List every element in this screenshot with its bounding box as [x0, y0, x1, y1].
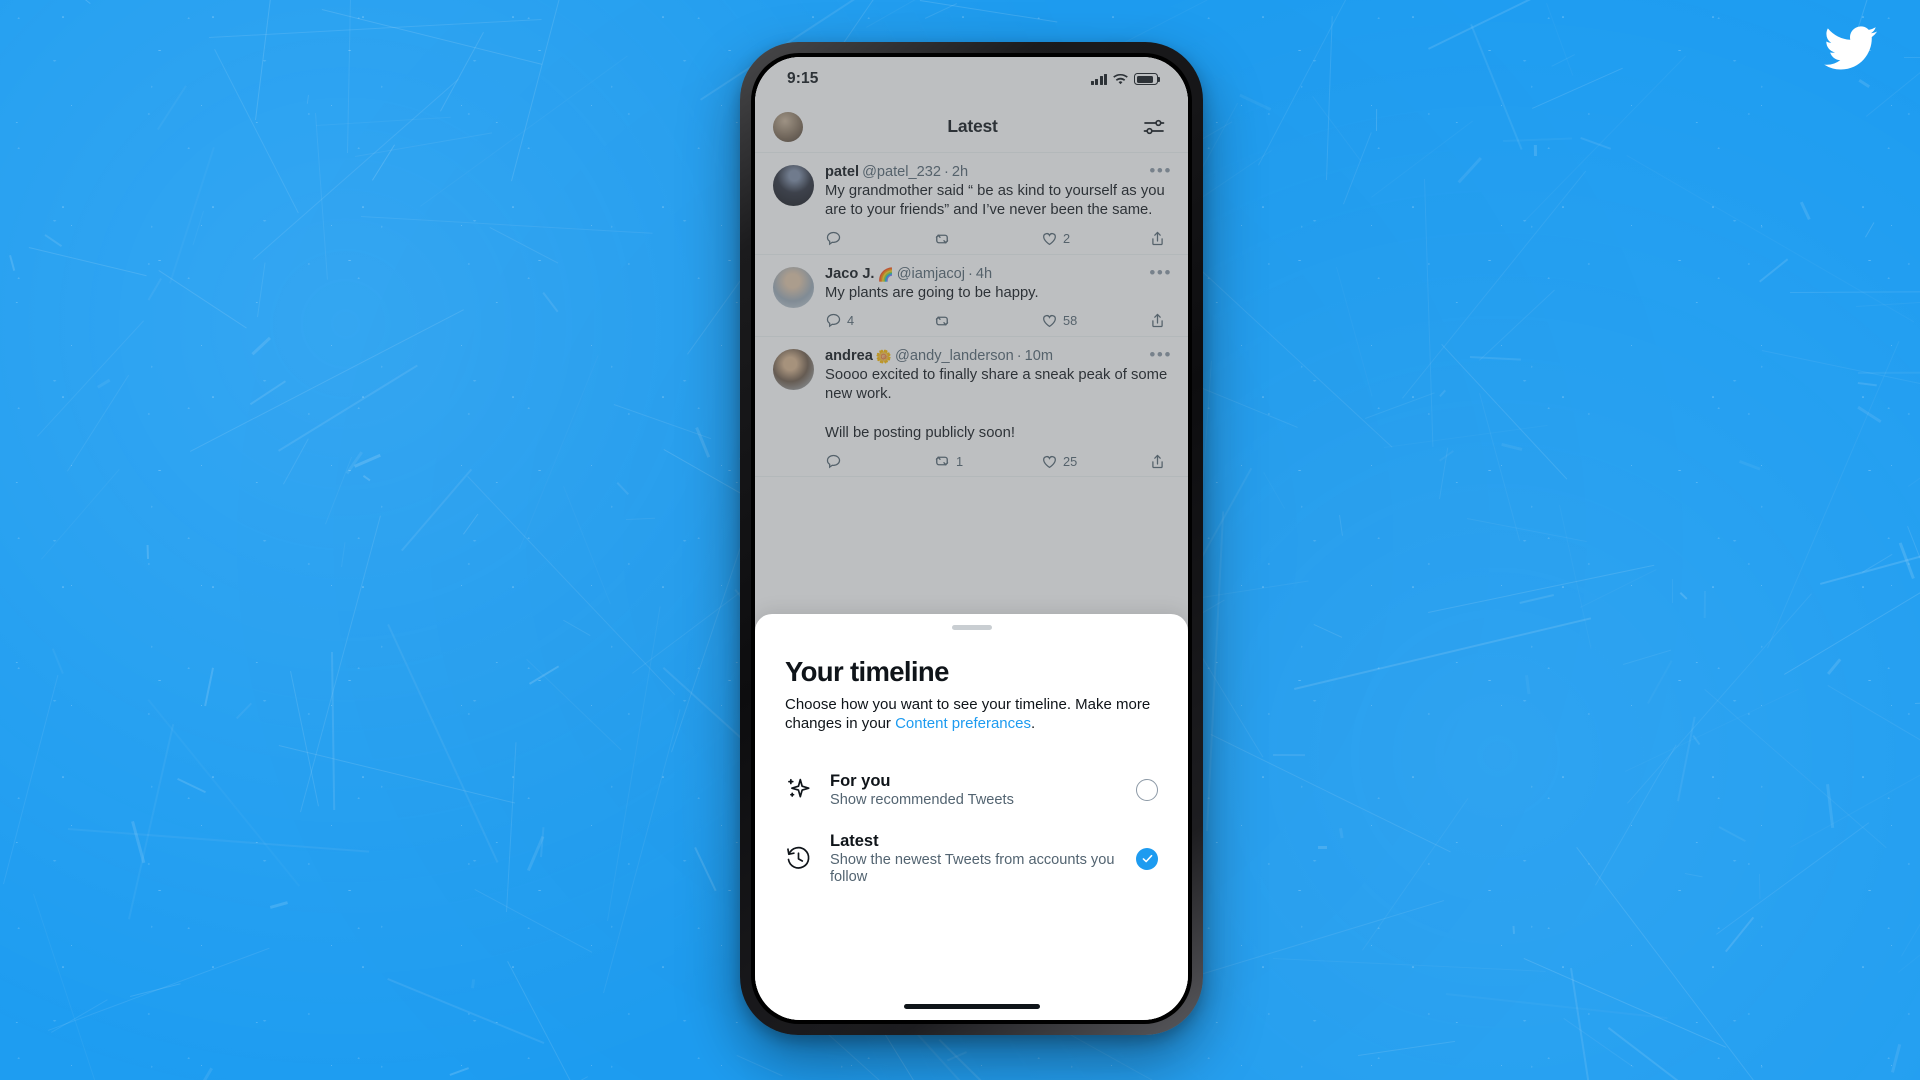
- option-for-you[interactable]: For you Show recommended Tweets: [755, 759, 1188, 821]
- more-options-icon[interactable]: •••: [1149, 162, 1172, 179]
- sliders-icon[interactable]: [1142, 115, 1166, 139]
- signal-bars-icon: [1091, 73, 1107, 85]
- tweet-author-name[interactable]: Jaco J.: [825, 265, 875, 284]
- twitter-bird-logo: [1822, 20, 1878, 76]
- tweet-actions: 2: [825, 230, 1172, 248]
- timeline-settings-bottom-sheet: Your timeline Choose how you want to see…: [755, 614, 1188, 1020]
- tweet-meta: andrea 🌼 @andy_landerson · 10m: [825, 347, 1053, 366]
- reply-button[interactable]: [825, 230, 933, 247]
- status-bar: 9:15: [755, 57, 1188, 101]
- tweet-body: patel @patel_232 · 2h ••• My grandmother…: [825, 162, 1172, 248]
- tweet-meta-separator: ·: [1016, 347, 1022, 364]
- share-icon[interactable]: [1149, 230, 1166, 247]
- tweet-timestamp: 10m: [1024, 347, 1053, 364]
- sheet-description: Choose how you want to see your timeline…: [785, 696, 1158, 734]
- phone-inner-bezel: 9:15 Latest patel @patel_232 · 2h ••• My…: [751, 53, 1192, 1024]
- tweet-author-avatar[interactable]: [773, 348, 814, 390]
- tweet-author-avatar[interactable]: [773, 165, 814, 206]
- tweet-topline: Jaco J. 🌈 @iamjacoj · 4h •••: [825, 264, 1172, 284]
- sheet-description-line1: Choose how you want to see your timeline…: [785, 696, 1071, 714]
- tweet-author-handle[interactable]: @patel_232: [862, 163, 941, 182]
- page-title: Latest: [947, 116, 998, 136]
- check-icon: [1142, 855, 1152, 863]
- tweet-author-name[interactable]: patel: [825, 163, 859, 182]
- tweet-actions: 4 58: [825, 312, 1172, 330]
- tweet-author-avatar[interactable]: [773, 266, 814, 308]
- share-icon[interactable]: [1149, 453, 1166, 470]
- blossom-emoji-icon: 🌼: [875, 348, 893, 364]
- tweet-topline: patel @patel_232 · 2h •••: [825, 162, 1172, 182]
- like-count: 2: [1063, 231, 1071, 247]
- retweet-button[interactable]: [933, 312, 1041, 330]
- retweet-count: 1: [956, 453, 964, 469]
- tweet-body: andrea 🌼 @andy_landerson · 10m ••• Soooo…: [825, 346, 1172, 470]
- phone-screen: 9:15 Latest patel @patel_232 · 2h ••• My…: [755, 57, 1188, 1020]
- reply-button[interactable]: [825, 453, 933, 470]
- option-latest[interactable]: Latest Show the newest Tweets from accou…: [755, 821, 1188, 897]
- clock-history-icon: [787, 847, 810, 870]
- tweet-body: Jaco J. 🌈 @iamjacoj · 4h ••• My plants a…: [825, 264, 1172, 330]
- radio-unselected[interactable]: [1136, 778, 1158, 801]
- tweet-author-name[interactable]: andrea: [825, 347, 873, 366]
- option-title: For you: [830, 771, 891, 790]
- tweet-item[interactable]: patel @patel_232 · 2h ••• My grandmother…: [755, 153, 1188, 255]
- option-text-block: For you Show recommended Tweets: [830, 771, 1118, 810]
- content-preferences-link[interactable]: Content preferances: [895, 715, 1031, 732]
- tweet-timestamp: 2h: [951, 164, 969, 180]
- tweet-meta: patel @patel_232 · 2h: [825, 163, 968, 182]
- sheet-description-suffix: .: [1031, 715, 1036, 733]
- retweet-button[interactable]: [933, 230, 1041, 248]
- timeline-options-list: For you Show recommended Tweets Latest S…: [755, 759, 1188, 897]
- like-count: 25: [1063, 453, 1078, 469]
- like-button[interactable]: 25: [1041, 453, 1149, 470]
- retweet-button[interactable]: 1: [933, 452, 1041, 470]
- tweet-meta: Jaco J. 🌈 @iamjacoj · 4h: [825, 265, 992, 284]
- like-count: 58: [1063, 313, 1078, 329]
- reply-count: 4: [847, 313, 855, 329]
- tweet-meta-separator: ·: [944, 164, 949, 180]
- home-indicator: [903, 1003, 1040, 1009]
- tweet-text: My grandmother said “ be as kind to your…: [825, 183, 1165, 219]
- like-button[interactable]: 58: [1041, 312, 1149, 329]
- tweet-topline: andrea 🌼 @andy_landerson · 10m •••: [825, 346, 1172, 366]
- tweet-text: Soooo excited to finally share a sneak p…: [825, 366, 1168, 441]
- profile-avatar[interactable]: [773, 111, 803, 142]
- sparkle-icon: [788, 779, 810, 798]
- tweet-timestamp: 4h: [975, 265, 993, 282]
- option-text-block: Latest Show the newest Tweets from accou…: [830, 831, 1118, 887]
- more-options-icon[interactable]: •••: [1149, 346, 1172, 363]
- sheet-header: Your timeline Choose how you want to see…: [755, 630, 1188, 734]
- timeline-header: Latest: [755, 101, 1188, 153]
- phone-device-frame: 9:15 Latest patel @patel_232 · 2h ••• My…: [740, 42, 1203, 1035]
- status-bar-icons: [1091, 73, 1161, 85]
- battery-icon: [1134, 73, 1161, 85]
- like-button[interactable]: 2: [1041, 230, 1149, 247]
- rainbow-emoji-icon: 🌈: [877, 266, 894, 282]
- tweet-author-handle[interactable]: @andy_landerson: [895, 347, 1014, 366]
- status-bar-time: 9:15: [787, 70, 819, 87]
- tweet-item[interactable]: andrea 🌼 @andy_landerson · 10m ••• Soooo…: [755, 337, 1188, 478]
- option-description: Show recommended Tweets: [830, 791, 1014, 808]
- more-options-icon[interactable]: •••: [1149, 264, 1172, 281]
- tweet-item[interactable]: Jaco J. 🌈 @iamjacoj · 4h ••• My plants a…: [755, 255, 1188, 337]
- tweet-author-handle[interactable]: @iamjacoj: [897, 265, 965, 284]
- tweet-text: My plants are going to be happy.: [825, 284, 1039, 301]
- option-description: Show the newest Tweets from accounts you…: [830, 851, 1115, 886]
- option-title: Latest: [830, 831, 879, 850]
- radio-selected-checkmark[interactable]: [1136, 847, 1158, 870]
- wifi-icon: [1113, 73, 1128, 84]
- share-icon[interactable]: [1149, 312, 1166, 329]
- tweet-meta-separator: ·: [968, 265, 973, 282]
- sheet-title: Your timeline: [785, 656, 949, 687]
- reply-button[interactable]: 4: [825, 312, 933, 329]
- tweet-actions: 1 25: [825, 452, 1172, 470]
